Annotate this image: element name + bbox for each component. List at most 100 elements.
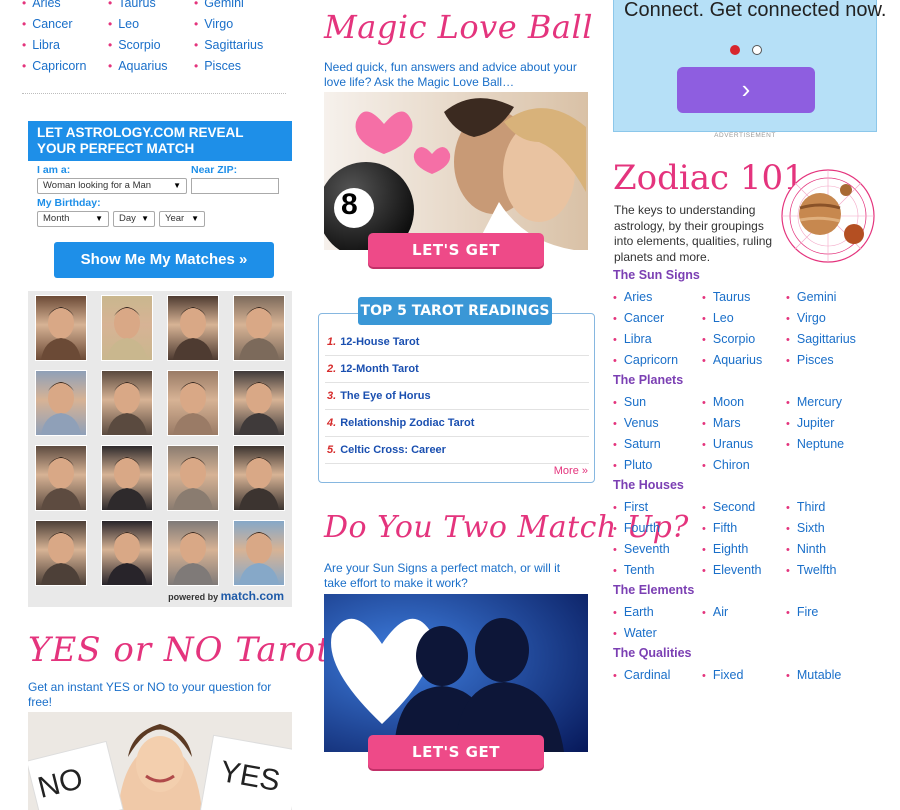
year-select[interactable]: Year ▼: [159, 211, 205, 227]
match-up-image[interactable]: [324, 594, 588, 752]
ad-carousel[interactable]: Connect. Get connected now. ›: [613, 0, 886, 132]
zodiac-link[interactable]: • Mercury: [786, 392, 878, 413]
zodiac-link[interactable]: • Fixed: [702, 665, 786, 686]
tarot-reading-link[interactable]: 1. 12-House Tarot: [325, 329, 589, 356]
match-profile-photo[interactable]: [101, 295, 153, 361]
month-select[interactable]: Month ▼: [37, 211, 109, 227]
sign-link[interactable]: • Aries: [22, 0, 108, 12]
match-profile-photo[interactable]: [35, 370, 87, 436]
sign-link[interactable]: • Scorpio: [108, 36, 194, 54]
sign-link[interactable]: • Gemini: [194, 0, 286, 12]
zodiac-link[interactable]: • Mars: [702, 413, 786, 434]
zip-input[interactable]: [191, 178, 279, 194]
tarot-reading-link[interactable]: 3. The Eye of Horus: [325, 383, 589, 410]
match-profile-photo[interactable]: [233, 370, 285, 436]
zodiac-link[interactable]: • First: [613, 497, 702, 518]
tarot-more-link[interactable]: More »: [554, 465, 588, 477]
zodiac-section-title[interactable]: The Planets: [613, 371, 883, 392]
match-profile-photo[interactable]: [233, 520, 285, 586]
zodiac-link[interactable]: • Eighth: [702, 539, 786, 560]
zodiac-link[interactable]: • Eleventh: [702, 560, 786, 581]
zodiac-link[interactable]: • Leo: [702, 308, 786, 329]
love-ball-desc[interactable]: Need quick, fun answers and advice about…: [324, 60, 586, 90]
zodiac-link[interactable]: • Fire: [786, 602, 878, 623]
tarot-reading-link[interactable]: 5. Celtic Cross: Career: [325, 437, 589, 464]
zodiac-link[interactable]: • Cardinal: [613, 665, 702, 686]
zodiac-link[interactable]: • Sixth: [786, 518, 878, 539]
sign-link[interactable]: • Leo: [108, 15, 194, 33]
match-profile-photo[interactable]: [35, 520, 87, 586]
carousel-dot-active[interactable]: [730, 45, 740, 55]
zodiac-link[interactable]: • Earth: [613, 602, 702, 623]
gender-select[interactable]: Woman looking for a Man ▼: [37, 178, 187, 194]
match-profile-photo[interactable]: [167, 370, 219, 436]
zodiac-section-title[interactable]: The Houses: [613, 476, 883, 497]
zodiac-link[interactable]: • Aquarius: [702, 350, 786, 371]
zodiac-link[interactable]: • Scorpio: [702, 329, 786, 350]
tarot-reading-link[interactable]: 4. Relationship Zodiac Tarot: [325, 410, 589, 437]
zodiac-link[interactable]: • Virgo: [786, 308, 878, 329]
sign-link[interactable]: • Virgo: [194, 15, 286, 33]
zodiac-link[interactable]: • Pluto: [613, 455, 702, 476]
match-profile-photo[interactable]: [101, 445, 153, 511]
love-ball-image[interactable]: 8: [324, 92, 588, 250]
match-profile-photo[interactable]: [167, 520, 219, 586]
zodiac-link[interactable]: • Taurus: [702, 287, 786, 308]
match-profile-photo[interactable]: [35, 445, 87, 511]
zodiac-link[interactable]: • Mutable: [786, 665, 878, 686]
zodiac-link[interactable]: • Seventh: [613, 539, 702, 560]
sign-link[interactable]: • Libra: [22, 36, 108, 54]
zodiac-link[interactable]: • Pisces: [786, 350, 878, 371]
zodiac-link[interactable]: • Fourth: [613, 518, 702, 539]
zodiac-link[interactable]: • Uranus: [702, 434, 786, 455]
love-ball-title[interactable]: Magic Love Ball: [324, 8, 593, 46]
zodiac-link[interactable]: • Jupiter: [786, 413, 878, 434]
zodiac-link[interactable]: • Cancer: [613, 308, 702, 329]
sign-link[interactable]: • Taurus: [108, 0, 194, 12]
zodiac-link[interactable]: • Moon: [702, 392, 786, 413]
zodiac-link[interactable]: • Air: [702, 602, 786, 623]
match-profile-photo[interactable]: [167, 445, 219, 511]
match-profile-photo[interactable]: [233, 295, 285, 361]
zodiac-link[interactable]: • Saturn: [613, 434, 702, 455]
zodiac-link[interactable]: • Twelfth: [786, 560, 878, 581]
yesno-tarot-image[interactable]: NO YES: [28, 712, 292, 810]
zodiac-link[interactable]: • Fifth: [702, 518, 786, 539]
zodiac-link[interactable]: • Neptune: [786, 434, 878, 455]
match-profile-photo[interactable]: [101, 370, 153, 436]
zodiac-link[interactable]: • Second: [702, 497, 786, 518]
yesno-tarot-desc[interactable]: Get an instant YES or NO to your questio…: [28, 680, 288, 710]
match-profile-photo[interactable]: [233, 445, 285, 511]
yesno-tarot-title[interactable]: YES or NO Tarot: [28, 630, 331, 670]
zodiac-section-title[interactable]: The Sun Signs: [613, 266, 883, 287]
zodiac-link[interactable]: • Third: [786, 497, 878, 518]
carousel-dot[interactable]: [752, 45, 762, 55]
match-profile-photo[interactable]: [167, 295, 219, 361]
zodiac-link[interactable]: • Chiron: [702, 455, 786, 476]
sign-link[interactable]: • Cancer: [22, 15, 108, 33]
match-up-desc[interactable]: Are your Sun Signs a perfect match, or w…: [324, 561, 586, 591]
show-matches-button[interactable]: Show Me My Matches »: [54, 242, 274, 278]
sign-link[interactable]: • Sagittarius: [194, 36, 286, 54]
zodiac-link[interactable]: • Venus: [613, 413, 702, 434]
powered-by[interactable]: powered by match.com: [168, 589, 284, 603]
sign-link[interactable]: • Aquarius: [108, 57, 194, 75]
zodiac-link[interactable]: • Libra: [613, 329, 702, 350]
zodiac-section-title[interactable]: The Elements: [613, 581, 883, 602]
zodiac-link[interactable]: • Ninth: [786, 539, 878, 560]
zodiac-link[interactable]: • Aries: [613, 287, 702, 308]
zodiac-link[interactable]: • Sagittarius: [786, 329, 878, 350]
zodiac-section-title[interactable]: The Qualities: [613, 644, 883, 665]
day-select[interactable]: Day ▼: [113, 211, 155, 227]
match-profile-photo[interactable]: [101, 520, 153, 586]
zodiac-link[interactable]: • Sun: [613, 392, 702, 413]
sign-link[interactable]: • Capricorn: [22, 57, 108, 75]
love-ball-start-button[interactable]: LET'S GET STARTED!: [368, 233, 544, 293]
zodiac-link[interactable]: • Gemini: [786, 287, 878, 308]
carousel-next-button[interactable]: ›: [677, 67, 815, 113]
zodiac-link[interactable]: • Tenth: [613, 560, 702, 581]
match-up-start-button[interactable]: LET'S GET STARTED!: [368, 735, 544, 795]
sign-link[interactable]: • Pisces: [194, 57, 286, 75]
match-profile-photo[interactable]: [35, 295, 87, 361]
zodiac-link[interactable]: • Water: [613, 623, 702, 644]
